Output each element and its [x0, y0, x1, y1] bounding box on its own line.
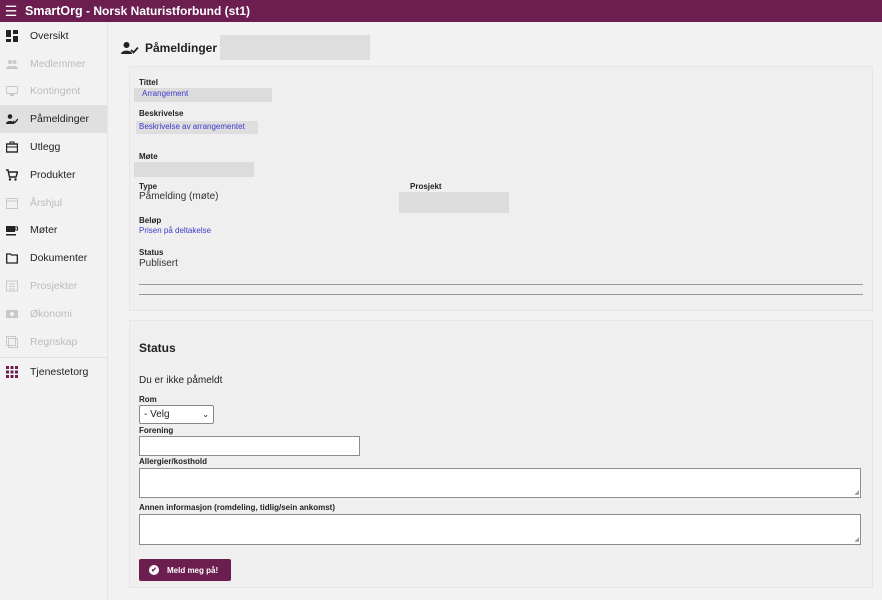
belop-value: Prisen på deltakelse	[139, 226, 212, 235]
beskrivelse-value: Beskrivelse av arrangementet	[136, 121, 258, 134]
menu-icon[interactable]: ☰	[0, 0, 22, 22]
sidebar-item-label: Produkter	[30, 168, 76, 181]
belop-label: Beløp	[139, 216, 162, 225]
status-label: Status	[139, 248, 164, 257]
page-header: Påmeldinger	[121, 35, 371, 60]
cart-icon	[6, 169, 18, 181]
main-content: Påmeldinger Tittel Arrangement Beskrivel…	[109, 22, 882, 600]
sidebar-item-label: Kontingent	[30, 85, 81, 98]
resize-handle-icon[interactable]: ◢	[854, 490, 859, 496]
sidebar-item-økonomi: Økonomi	[0, 300, 107, 328]
cup-icon	[6, 224, 18, 236]
org-name: - Norsk Naturistforbund (st1)	[82, 4, 250, 18]
members-icon	[6, 58, 18, 70]
sidebar-item-label: Årshjul	[30, 196, 63, 209]
sidebar-item-label: Påmeldinger	[30, 113, 89, 126]
sidebar-item-tjenestetorg[interactable]: Tjenestetorg	[0, 359, 107, 387]
type-label: Type	[139, 182, 158, 191]
page-title: Påmeldinger	[145, 40, 218, 55]
registration-status-text: Du er ikke påmeldt	[139, 375, 223, 386]
forening-input[interactable]	[139, 436, 360, 456]
sidebar-item-label: Regnskap	[30, 335, 78, 348]
annen-info-label: Annen informasjon (romdeling, tidlig/sei…	[139, 503, 336, 512]
economy-icon	[6, 308, 18, 320]
status-card: Status Du er ikke påmeldt Rom - Velg ⌄ F…	[129, 320, 873, 588]
divider	[139, 284, 863, 285]
sidebar-item-årshjul: Årshjul	[0, 189, 107, 217]
grid-icon	[6, 366, 18, 379]
sidebar-item-label: Oversikt	[30, 29, 69, 42]
beskrivelse-label: Beskrivelse	[139, 109, 184, 118]
sidebar-item-kontingent: Kontingent	[0, 78, 107, 106]
tittel-label: Tittel	[139, 78, 158, 87]
sidebar-item-label: Medlemmer	[30, 57, 86, 70]
sidebar-item-medlemmer: Medlemmer	[0, 50, 107, 78]
project-icon	[6, 280, 18, 292]
resize-handle-icon[interactable]: ◢	[854, 537, 859, 543]
payment-icon	[6, 85, 18, 97]
allergier-textarea[interactable]: ◢	[139, 468, 861, 498]
mote-label: Møte	[139, 152, 158, 161]
details-card: Tittel Arrangement Beskrivelse Beskrivel…	[129, 66, 873, 311]
sidebar-item-oversikt[interactable]: Oversikt	[0, 22, 107, 50]
rom-select-value: - Velg	[144, 409, 170, 420]
sidebar-item-møter[interactable]: Møter	[0, 217, 107, 245]
sidebar-item-label: Utlegg	[30, 141, 61, 154]
sidebar-item-label: Møter	[30, 224, 58, 237]
sidebar-item-label: Dokumenter	[30, 252, 88, 265]
mote-value-redacted	[134, 162, 254, 177]
sidebar-item-prosjekter: Prosjekter	[0, 272, 107, 300]
accounting-icon	[6, 335, 18, 348]
sidebar-item-utlegg[interactable]: Utlegg	[0, 133, 107, 161]
person-check-icon	[6, 113, 18, 125]
sidebar-item-regnskap: Regnskap	[0, 328, 107, 356]
forening-label: Forening	[139, 426, 174, 435]
briefcase-icon	[6, 141, 18, 153]
check-circle-icon: ✔	[149, 565, 159, 575]
sidebar-divider	[0, 356, 107, 358]
rom-label: Rom	[139, 395, 157, 404]
sidebar-item-påmeldinger[interactable]: Påmeldinger	[0, 105, 107, 134]
divider	[139, 294, 863, 295]
prosjekt-value-redacted	[399, 192, 509, 213]
calendar-icon	[6, 197, 18, 209]
person-check-icon	[121, 41, 139, 54]
app-name: SmartOrg	[25, 4, 83, 18]
top-bar: ☰ SmartOrg - Norsk Naturistforbund (st1)	[0, 0, 882, 22]
sidebar-item-label: Økonomi	[30, 307, 73, 320]
folder-icon	[6, 252, 18, 264]
status-value: Publisert	[139, 258, 178, 269]
status-title: Status	[139, 341, 176, 355]
prosjekt-label: Prosjekt	[410, 182, 442, 191]
annen-info-textarea[interactable]: ◢	[139, 514, 861, 545]
tittel-value: Arrangement	[142, 89, 189, 98]
sidebar-item-label: Prosjekter	[30, 280, 78, 293]
register-button-label: Meld meg på!	[167, 565, 219, 575]
sidebar-item-produkter[interactable]: Produkter	[0, 161, 107, 189]
chevron-down-icon: ⌄	[202, 410, 209, 419]
sidebar: Oversikt Medlemmer Kontingent Påmeldinger Ut…	[0, 22, 108, 600]
register-button[interactable]: ✔ Meld meg på!	[139, 559, 231, 581]
dashboard-icon	[6, 29, 18, 42]
page-title-redacted	[220, 35, 371, 60]
sidebar-item-dokumenter[interactable]: Dokumenter	[0, 244, 107, 272]
app-title: SmartOrg - Norsk Naturistforbund (st1)	[25, 4, 250, 18]
type-value: Påmelding (møte)	[139, 191, 219, 202]
allergier-label: Allergier/kosthold	[139, 457, 208, 466]
sidebar-item-label: Tjenestetorg	[30, 366, 89, 379]
rom-select[interactable]: - Velg ⌄	[139, 405, 214, 424]
